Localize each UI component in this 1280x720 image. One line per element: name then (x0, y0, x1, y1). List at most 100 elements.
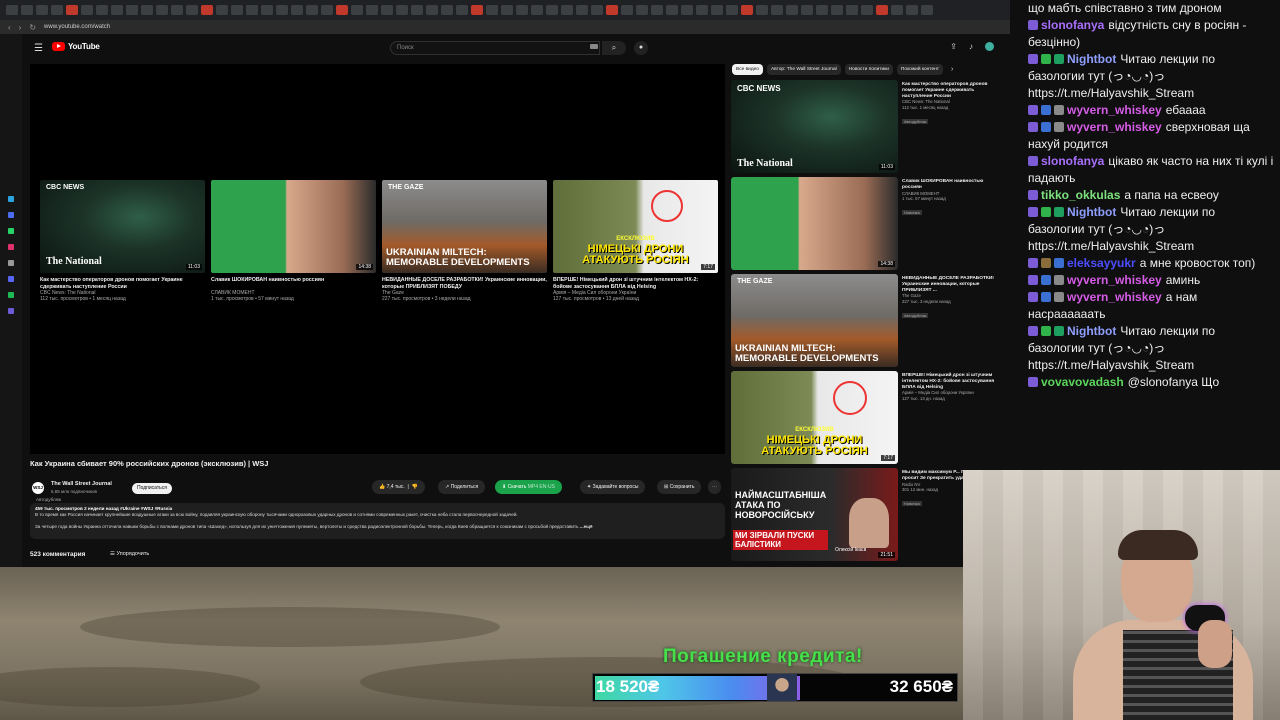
sort-button[interactable]: ☰ Упорядочить (110, 551, 149, 557)
show-more-link[interactable]: ...ещё (580, 524, 593, 529)
endcard-title[interactable]: ВПЕРШЕ! Німецький дрон зі штучним інтеле… (553, 277, 718, 290)
chat-username[interactable]: vovavovadash (1041, 375, 1124, 389)
rec-title[interactable]: ВПЕРШЕ! Німецький дрон зі штучним інтеле… (902, 373, 997, 390)
endcard-title[interactable]: НЕВИДАННЫЕ ДОСЕЛЕ РАЗРАБОТКИ! Украинские… (382, 277, 547, 290)
browser-tab[interactable] (261, 5, 273, 15)
discord-icon[interactable] (8, 276, 14, 282)
chat-username[interactable]: slonofanya (1041, 18, 1104, 32)
instagram-icon[interactable] (8, 244, 14, 250)
browser-tab[interactable] (846, 5, 858, 15)
endcard-thumbnail[interactable]: CBC NEWS The National 11:03 (40, 180, 205, 273)
recommendation-item[interactable]: НАЙМАСШТАБНІША АТАКА ПО НОВОРОСІЙСЬКУ МИ… (731, 468, 1001, 564)
browser-tab[interactable] (786, 5, 798, 15)
endcard-thumbnail[interactable]: THE GAZE UKRAINIAN MILTECH: MEMORABLE DE… (382, 180, 547, 273)
browser-tab[interactable] (651, 5, 663, 15)
download-button[interactable]: ⬇ Скачать MP4 EN-US (495, 480, 562, 494)
browser-tab[interactable] (576, 5, 588, 15)
rec-thumbnail[interactable]: ЕКСКЛЮЗИВ НІМЕЦЬКІ ДРОНИ АТАКУЮТЬ РОСІЯН… (731, 371, 898, 464)
rec-thumbnail[interactable]: THE GAZE UKRAINIAN MILTECH: MEMORABLE DE… (731, 274, 898, 367)
rec-title[interactable]: НЕВИДАННЫЕ ДОСЕЛЕ РАЗРАБОТКИ! Украинские… (902, 276, 997, 293)
browser-tab[interactable] (546, 5, 558, 15)
rec-title[interactable]: Как мастерство операторов дронов помогае… (902, 82, 997, 99)
url-text[interactable]: www.youtube.com/watch (44, 24, 110, 30)
forward-icon[interactable]: › (19, 23, 22, 32)
browser-tab[interactable] (36, 5, 48, 15)
chat-username[interactable]: wyvern_whiskey (1067, 103, 1162, 117)
chip-all[interactable]: Все видео (732, 64, 763, 75)
browser-tab[interactable] (366, 5, 378, 15)
chat-username[interactable]: wyvern_whiskey (1067, 290, 1162, 304)
chip-author[interactable]: Автор: The Wall Street Journal (766, 64, 841, 75)
search-input[interactable]: Поиск (390, 41, 600, 55)
browser-tab[interactable] (411, 5, 423, 15)
chevron-right-icon[interactable]: › (951, 66, 953, 73)
browser-tab[interactable] (801, 5, 813, 15)
browser-tab[interactable] (66, 5, 78, 15)
browser-tab[interactable] (276, 5, 288, 15)
browser-tab[interactable] (231, 5, 243, 15)
recommendation-item[interactable]: THE GAZE UKRAINIAN MILTECH: MEMORABLE DE… (731, 274, 1001, 367)
browser-tab[interactable] (471, 5, 483, 15)
avatar[interactable] (985, 42, 994, 51)
upload-icon[interactable]: ⇪ (950, 42, 957, 51)
browser-tab[interactable] (876, 5, 888, 15)
browser-tab[interactable] (426, 5, 438, 15)
endcard-title[interactable]: Как мастерство операторов дронов помогае… (40, 277, 205, 290)
browser-tab[interactable] (756, 5, 768, 15)
more-actions-button[interactable]: ⋯ (708, 480, 721, 494)
rec-thumbnail[interactable]: 14:38 (731, 177, 898, 270)
browser-tab[interactable] (591, 5, 603, 15)
bell-icon[interactable]: ♪ (969, 42, 973, 51)
whatsapp-icon[interactable] (8, 228, 14, 234)
address-bar[interactable]: ‹ › ↻ www.youtube.com/watch (0, 20, 1010, 34)
browser-tab[interactable] (816, 5, 828, 15)
browser-tab[interactable] (306, 5, 318, 15)
endcard[interactable]: 14:38 Славик ШОКИРОВАН наивностью россия… (211, 180, 376, 302)
back-icon[interactable]: ‹ (8, 23, 11, 32)
endcard[interactable]: ЕКСКЛЮЗИВ НІМЕЦЬКІ ДРОНИ АТАКУЮТЬ РОСІЯН… (553, 180, 718, 302)
browser-tab[interactable] (291, 5, 303, 15)
browser-tab[interactable] (861, 5, 873, 15)
recommendation-item[interactable]: CBC NEWS The National 11:03 Как мастерст… (731, 80, 1001, 173)
endcard[interactable]: CBC NEWS The National 11:03 Как мастерст… (40, 180, 205, 302)
browser-tab[interactable] (606, 5, 618, 15)
browser-tab[interactable] (141, 5, 153, 15)
recommendation-item[interactable]: 14:38 Славик ШОКИРОВАН наивностью россия… (731, 177, 1001, 270)
browser-tab[interactable] (696, 5, 708, 15)
browser-tab[interactable] (831, 5, 843, 15)
search-button[interactable]: ⌕ (602, 41, 626, 55)
rec-thumbnail[interactable]: НАЙМАСШТАБНІША АТАКА ПО НОВОРОСІЙСЬКУ МИ… (731, 468, 898, 561)
browser-tab[interactable] (501, 5, 513, 15)
channel-avatar[interactable]: WSJ (32, 482, 44, 494)
save-button[interactable]: ⊞ Сохранить (657, 480, 702, 494)
recommendation-item[interactable]: ЕКСКЛЮЗИВ НІМЕЦЬКІ ДРОНИ АТАКУЮТЬ РОСІЯН… (731, 371, 1001, 464)
mic-icon[interactable]: ● (634, 41, 648, 55)
app-icon[interactable] (8, 212, 14, 218)
browser-tab[interactable] (621, 5, 633, 15)
browser-tab[interactable] (336, 5, 348, 15)
browser-tab[interactable] (51, 5, 63, 15)
like-button[interactable]: 👍 7,4 тыс. | 👎 (372, 480, 425, 494)
spotify-icon[interactable] (8, 292, 14, 298)
browser-tab[interactable] (441, 5, 453, 15)
browser-tab[interactable] (396, 5, 408, 15)
chat-username[interactable]: Nightbot (1067, 324, 1116, 338)
browser-tab[interactable] (561, 5, 573, 15)
browser-tab[interactable] (171, 5, 183, 15)
chat-username[interactable]: Nightbot (1067, 52, 1116, 66)
chat-username[interactable]: Nightbot (1067, 205, 1116, 219)
description-box[interactable]: 459 тыс. просмотров 2 недели назад #Ukra… (30, 503, 725, 539)
browser-tab[interactable] (96, 5, 108, 15)
ask-button[interactable]: ✦ Задавайте вопросы (580, 480, 646, 494)
tab-strip[interactable] (0, 0, 1010, 20)
browser-tab[interactable] (201, 5, 213, 15)
browser-tab[interactable] (531, 5, 543, 15)
youtube-logo[interactable]: YouTube (52, 42, 100, 51)
browser-tab[interactable] (186, 5, 198, 15)
endcard[interactable]: THE GAZE UKRAINIAN MILTECH: MEMORABLE DE… (382, 180, 547, 302)
browser-tab[interactable] (381, 5, 393, 15)
chat-username[interactable]: eleksayyukr (1067, 256, 1136, 270)
rec-thumbnail[interactable]: CBC NEWS The National 11:03 (731, 80, 898, 173)
browser-tab[interactable] (516, 5, 528, 15)
chat-username[interactable]: slonofanya (1041, 154, 1104, 168)
